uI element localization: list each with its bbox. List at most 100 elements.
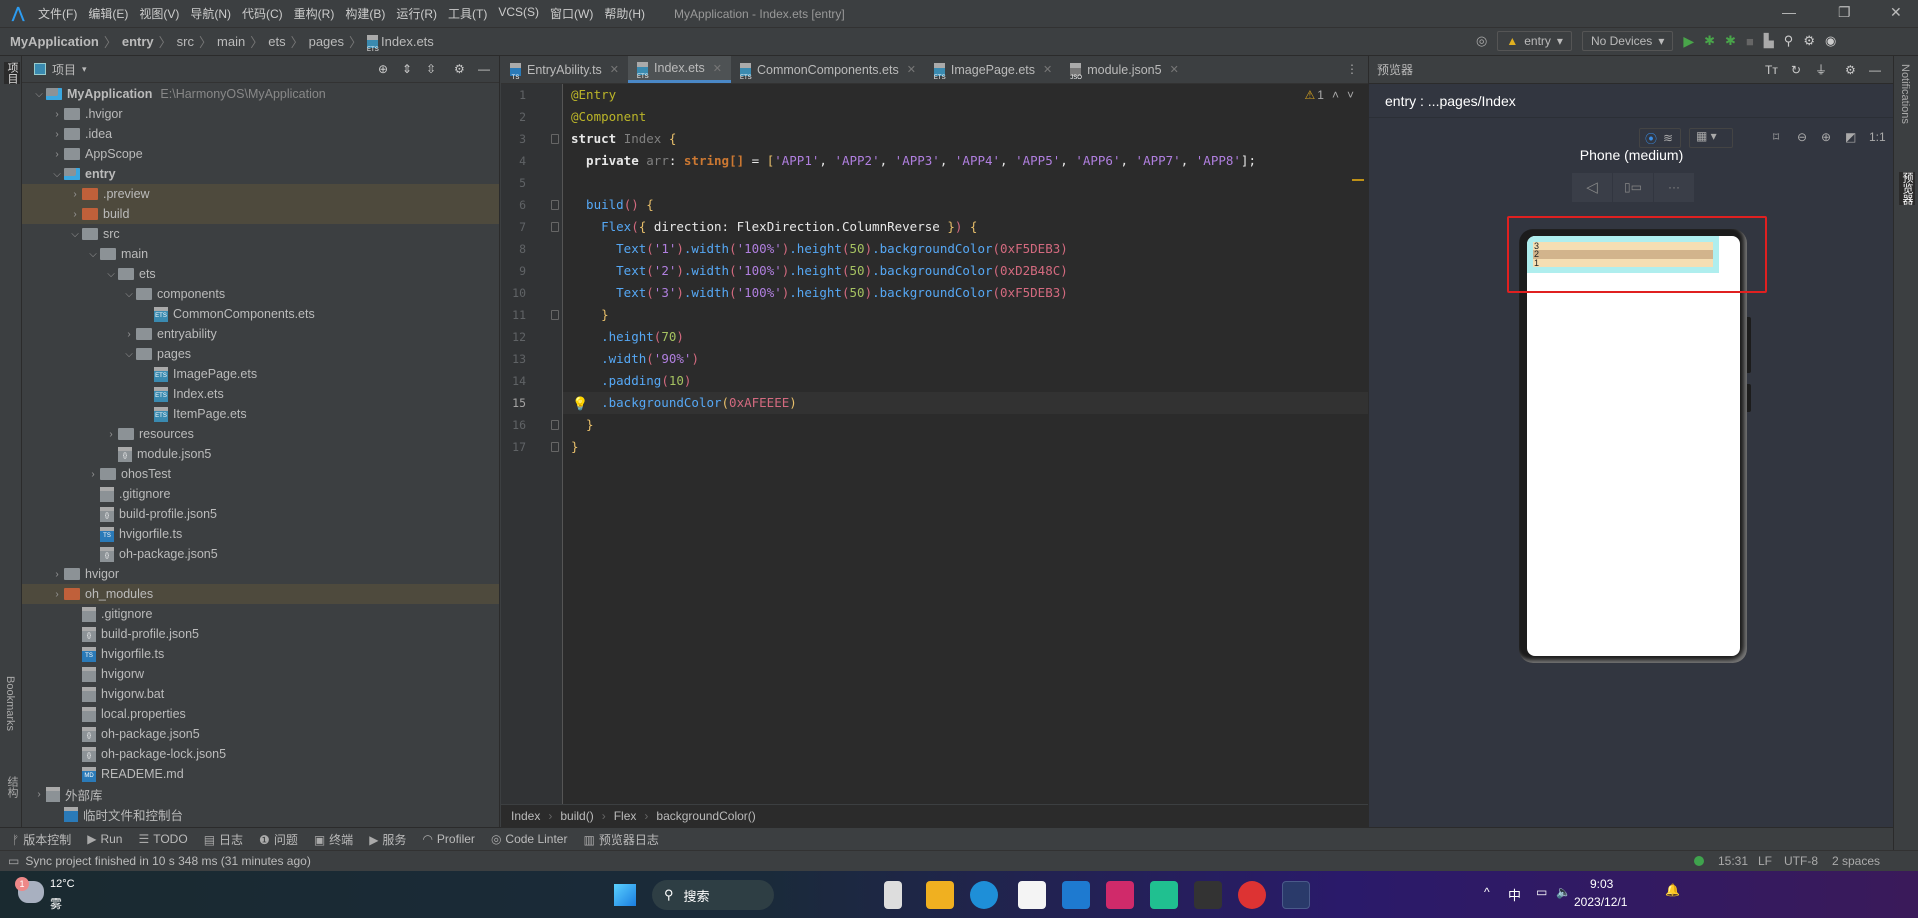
edge-icon[interactable] xyxy=(970,881,998,909)
tree-item[interactable]: › AppScope xyxy=(22,144,499,164)
collapse-all-icon[interactable]: ⇳ xyxy=(426,62,436,76)
tree-item[interactable]: {} build-profile.json5 xyxy=(22,624,499,644)
inspector-icon[interactable]: ⦿ xyxy=(1645,130,1657,147)
run-config-select[interactable]: ▲ entry ▾ xyxy=(1497,31,1572,51)
tree-item[interactable]: › 外部库 xyxy=(22,784,499,804)
minimize-button[interactable]: — xyxy=(1782,4,1796,20)
more-tabs-icon[interactable]: ⋮ xyxy=(1346,62,1358,76)
editor-tab[interactable]: JSO module.json5 ✕ xyxy=(1061,56,1188,83)
chevron-right-icon[interactable]: › xyxy=(50,589,64,600)
close-button[interactable]: ✕ xyxy=(1890,4,1902,21)
code-line[interactable]: } xyxy=(571,304,609,326)
breadcrumb-item[interactable]: entry xyxy=(122,34,154,49)
tree-item[interactable]: .gitignore xyxy=(22,484,499,504)
tool-window-button[interactable]: ◎ Code Linter xyxy=(491,832,568,846)
attach-debugger-icon[interactable]: ✱ xyxy=(1725,33,1736,49)
menu-item[interactable]: VCS(S) xyxy=(498,5,539,22)
tree-item[interactable]: ⌵ src xyxy=(22,224,499,244)
menu-item[interactable]: 重构(R) xyxy=(294,5,335,22)
editor-tab[interactable]: ETS ImagePage.ets ✕ xyxy=(925,56,1061,83)
editor-tab[interactable]: TS EntryAbility.ts ✕ xyxy=(501,56,628,83)
chevron-down-icon[interactable]: ▾ xyxy=(82,64,87,75)
tree-item[interactable]: › resources xyxy=(22,424,499,444)
tree-item[interactable]: ⌵ main xyxy=(22,244,499,264)
tree-item[interactable]: ETS ItemPage.ets xyxy=(22,404,499,424)
chevron-right-icon[interactable]: › xyxy=(50,129,64,140)
hide-icon[interactable]: — xyxy=(1869,63,1881,77)
code-line[interactable]: private arr: string[] = ['APP1', 'APP2',… xyxy=(571,150,1256,172)
code-line[interactable]: .padding(10) xyxy=(571,370,691,392)
store-icon[interactable] xyxy=(1018,881,1046,909)
breadcrumb-item[interactable]: Index.ets xyxy=(381,34,434,49)
code-line[interactable]: } xyxy=(571,414,594,436)
plug-icon[interactable]: ⏚ xyxy=(1815,61,1827,78)
status-message[interactable]: Sync project finished in 10 s 348 ms (31… xyxy=(25,854,310,868)
breadcrumb-item[interactable]: Flex xyxy=(614,809,637,823)
breadcrumb-item[interactable]: Index xyxy=(511,809,540,823)
breadcrumb-item[interactable]: pages xyxy=(309,34,344,49)
fold-marker-icon[interactable] xyxy=(551,200,559,210)
tree-item[interactable]: ETS CommonComponents.ets xyxy=(22,304,499,324)
refresh-icon[interactable]: ↻ xyxy=(1791,63,1801,77)
chrome-icon[interactable] xyxy=(1238,881,1266,909)
clock-time[interactable]: 9:03 xyxy=(1590,877,1613,891)
debug-icon[interactable]: ✱ xyxy=(1704,33,1715,49)
device-layout-select[interactable]: ▦ ▾ xyxy=(1689,128,1733,148)
menu-item[interactable]: 编辑(E) xyxy=(88,5,128,22)
tree-item[interactable]: {} oh-package.json5 xyxy=(22,724,499,744)
code-line[interactable]: struct Index { xyxy=(571,128,676,150)
hide-icon[interactable]: — xyxy=(478,62,490,76)
close-tab-icon[interactable]: ✕ xyxy=(907,63,916,76)
tree-item[interactable]: ETS ImagePage.ets xyxy=(22,364,499,384)
chevron-down-icon[interactable]: ⌵ xyxy=(50,169,64,180)
screenshot-icon[interactable]: ◩ xyxy=(1845,130,1856,144)
tree-item[interactable]: › ohosTest xyxy=(22,464,499,484)
tree-item[interactable]: ETS Index.ets xyxy=(22,384,499,404)
locate-icon[interactable]: ⊕ xyxy=(378,62,388,76)
tree-item[interactable]: hvigorw.bat xyxy=(22,684,499,704)
code-line[interactable]: @Entry xyxy=(571,84,616,106)
inspection-widget[interactable]: ⚠ 1 ˄ ˅ xyxy=(1305,88,1354,102)
editor-tab[interactable]: ETS CommonComponents.ets ✕ xyxy=(731,56,925,83)
tree-item[interactable]: hvigorw xyxy=(22,664,499,684)
menu-item[interactable]: 视图(V) xyxy=(139,5,179,22)
code-line[interactable]: @Component xyxy=(571,106,646,128)
account-icon[interactable]: ◉ xyxy=(1825,33,1836,49)
menu-item[interactable]: 导航(N) xyxy=(190,5,231,22)
breadcrumb-item[interactable]: main xyxy=(217,34,245,49)
tool-window-button[interactable]: ▶ 服务 xyxy=(369,831,406,848)
deveco-studio-icon[interactable] xyxy=(1282,881,1310,909)
tree-item[interactable]: local.properties xyxy=(22,704,499,724)
tree-item[interactable]: › entryability xyxy=(22,324,499,344)
tool-window-button[interactable]: ❶ 问题 xyxy=(259,831,298,848)
taskbar-search[interactable]: ⚲ 搜索 xyxy=(652,880,774,910)
chevron-down-icon[interactable]: ⌵ xyxy=(122,349,136,360)
tree-item[interactable]: MD READEME.md xyxy=(22,764,499,784)
target-icon[interactable]: ◎ xyxy=(1476,33,1487,49)
code-line[interactable]: Flex({ direction: FlexDirection.ColumnRe… xyxy=(571,216,977,238)
tool-window-button[interactable]: ▤ 日志 xyxy=(204,831,243,848)
tree-item[interactable]: 临时文件和控制台 xyxy=(22,804,499,824)
close-tab-icon[interactable]: ✕ xyxy=(1170,63,1179,76)
tool-window-button[interactable]: ▣ 终端 xyxy=(314,831,353,848)
close-tab-icon[interactable]: ✕ xyxy=(610,63,619,76)
project-panel-title[interactable]: 项目 xyxy=(52,61,76,78)
breadcrumb-item[interactable]: src xyxy=(177,34,194,49)
tree-item[interactable]: › .hvigor xyxy=(22,104,499,124)
code-line[interactable]: .height(70) xyxy=(571,326,684,348)
menu-item[interactable]: 工具(T) xyxy=(448,5,487,22)
indent-setting[interactable]: 2 spaces xyxy=(1832,854,1880,868)
previewer-tool-button[interactable]: 预览器 xyxy=(1899,172,1915,205)
chevron-right-icon[interactable]: › xyxy=(68,209,82,220)
tree-item[interactable]: ⌵ entry xyxy=(22,164,499,184)
tree-item[interactable]: {} build-profile.json5 xyxy=(22,504,499,524)
tree-item[interactable]: › hvigor xyxy=(22,564,499,584)
tool-window-button[interactable]: ▥ 预览器日志 xyxy=(583,831,658,848)
code-line[interactable]: build() { xyxy=(571,194,654,216)
restore-button[interactable]: ❐ xyxy=(1838,4,1851,21)
fold-marker-icon[interactable] xyxy=(551,310,559,320)
editor-tab[interactable]: ETS Index.ets ✕ xyxy=(628,56,731,83)
tree-item[interactable]: {} oh-package.json5 xyxy=(22,544,499,564)
tool-window-button[interactable]: ᚠ 版本控制 xyxy=(12,831,71,848)
file-explorer-icon[interactable] xyxy=(926,881,954,909)
